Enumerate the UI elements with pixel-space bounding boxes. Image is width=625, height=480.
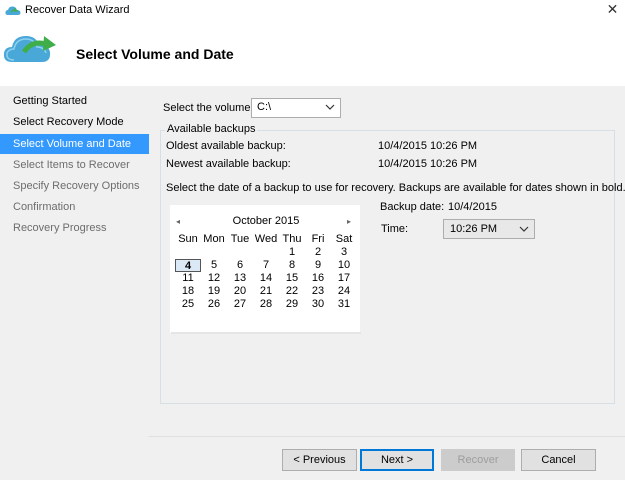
calendar-day[interactable]: 7 (253, 259, 279, 272)
calendar-week-row: 11 12 13 14 15 16 17 (175, 272, 357, 285)
calendar-week-row: 18 19 20 21 22 23 24 (175, 285, 357, 298)
sidebar-item-specify-recovery-options: Specify Recovery Options (13, 180, 140, 192)
wizard-header: Select Volume and Date (0, 22, 625, 86)
calendar-day[interactable]: 22 (279, 285, 305, 298)
calendar-day[interactable]: 18 (175, 285, 201, 298)
calendar-day[interactable]: 23 (305, 285, 331, 298)
calendar-day[interactable]: 3 (331, 246, 357, 259)
calendar-day (201, 246, 227, 259)
next-button[interactable]: Next > (360, 449, 434, 471)
backup-date-label: Backup date: (380, 201, 445, 213)
calendar-day[interactable]: 19 (201, 285, 227, 298)
calendar-day[interactable]: 29 (279, 298, 305, 311)
volume-select-value: C:\ (257, 101, 272, 113)
calendar-day[interactable]: 9 (305, 259, 331, 272)
calendar-day[interactable]: 10 (331, 259, 357, 272)
calendar-day[interactable]: 8 (279, 259, 305, 272)
time-select-value: 10:26 PM (450, 223, 498, 235)
calendar-weekday: Thu (282, 233, 302, 245)
calendar-day (253, 246, 279, 259)
sidebar-item-confirmation: Confirmation (13, 201, 76, 213)
calendar-divider (171, 332, 361, 334)
calendar-day[interactable]: 21 (253, 285, 279, 298)
calendar-day[interactable]: 16 (305, 272, 331, 285)
page-title: Select Volume and Date (76, 46, 234, 62)
available-backups-title: Available backups (165, 123, 258, 135)
volume-select[interactable]: C:\ (251, 98, 341, 118)
cloud-restore-icon (3, 36, 56, 62)
backup-date-value: 10/4/2015 (448, 201, 497, 213)
calendar-day[interactable]: 26 (201, 298, 227, 311)
calendar-weekday-row: Sun Mon Tue Wed Thu Fri Sat (175, 233, 357, 246)
oldest-backup-label: Oldest available backup: (166, 140, 286, 152)
calendar-weekday: Tue (230, 233, 250, 245)
calendar-day[interactable]: 14 (253, 272, 279, 285)
sidebar-item-select-recovery-mode[interactable]: Select Recovery Mode (0, 112, 149, 132)
calendar-weekday: Sun (178, 233, 198, 245)
calendar-day[interactable]: 24 (331, 285, 357, 298)
calendar-day[interactable]: 17 (331, 272, 357, 285)
next-month-icon[interactable]: ▸ (347, 217, 351, 226)
calendar-day[interactable]: 12 (201, 272, 227, 285)
newest-backup-label: Newest available backup: (166, 158, 291, 170)
calendar-day (175, 246, 201, 259)
calendar-weekday: Fri (311, 233, 325, 245)
cloud-restore-icon (5, 6, 21, 15)
calendar-day[interactable]: 5 (201, 259, 227, 272)
oldest-backup-value: 10/4/2015 10:26 PM (378, 140, 478, 152)
sidebar-item-getting-started[interactable]: Getting Started (0, 91, 149, 111)
title-bar: Recover Data Wizard ✕ (0, 0, 625, 22)
newest-backup-value: 10/4/2015 10:26 PM (378, 158, 478, 170)
calendar-day[interactable]: 27 (227, 298, 253, 311)
window-title: Recover Data Wizard (25, 4, 130, 16)
backup-instruction: Select the date of a backup to use for r… (166, 182, 625, 194)
calendar-week-row: 4 5 6 7 8 9 10 (175, 259, 357, 272)
calendar-month-label[interactable]: October 2015 (171, 215, 361, 227)
calendar-day[interactable]: 15 (279, 272, 305, 285)
calendar-day[interactable]: 6 (227, 259, 253, 272)
calendar-day[interactable]: 2 (305, 246, 331, 259)
calendar-day[interactable]: 11 (175, 272, 201, 285)
calendar-weekday: Wed (254, 233, 278, 245)
calendar-week-row: 25 26 27 28 29 30 31 (175, 298, 357, 311)
sidebar-item-recovery-progress: Recovery Progress (13, 222, 107, 234)
sidebar-item-select-items-to-recover: Select Items to Recover (13, 159, 130, 171)
calendar-day (227, 246, 253, 259)
time-label: Time: (381, 223, 409, 235)
sidebar-item-select-volume-and-date[interactable]: Select Volume and Date (0, 134, 149, 154)
calendar-day[interactable]: 31 (331, 298, 357, 311)
time-select[interactable]: 10:26 PM (443, 219, 535, 239)
recover-button: Recover (441, 449, 515, 471)
chevron-down-icon (325, 104, 335, 110)
previous-button[interactable]: < Previous (282, 449, 357, 471)
calendar-grid: Sun Mon Tue Wed Thu Fri Sat 1 2 3 4 5 6 7 8 9 10 11 12 13 14… (175, 233, 357, 311)
calendar-weekday: Sat (335, 233, 353, 245)
calendar-day[interactable]: 20 (227, 285, 253, 298)
calendar-day[interactable]: 28 (253, 298, 279, 311)
wizard-steps-sidebar: Getting Started Select Recovery Mode Sel… (0, 86, 149, 480)
calendar-day[interactable]: 13 (227, 272, 253, 285)
calendar-weekday: Mon (203, 233, 225, 245)
calendar-day[interactable]: 1 (279, 246, 305, 259)
calendar-day[interactable]: 25 (175, 298, 201, 311)
cancel-button[interactable]: Cancel (521, 449, 596, 471)
backup-calendar[interactable]: ◂ October 2015 ▸ Sun Mon Tue Wed Thu Fri Sat 1 2… (170, 205, 361, 334)
calendar-day[interactable]: 4 (175, 259, 201, 272)
volume-label: Select the volume: (163, 102, 254, 114)
chevron-down-icon (519, 226, 529, 232)
calendar-day[interactable]: 30 (305, 298, 331, 311)
calendar-week-row: 123 (175, 246, 357, 259)
close-button[interactable]: ✕ (600, 0, 625, 22)
